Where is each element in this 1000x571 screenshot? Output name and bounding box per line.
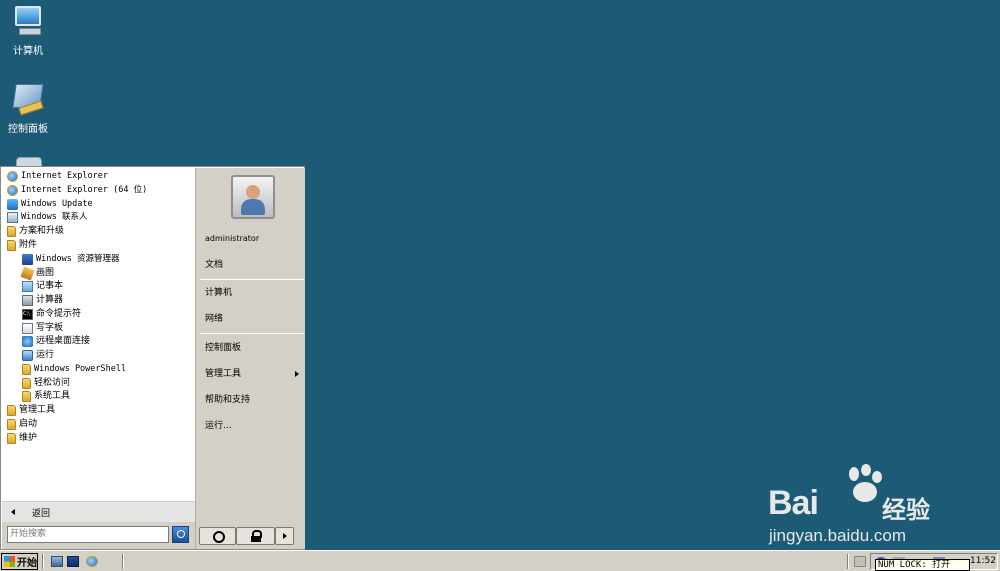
back-button[interactable]: 返回: [2, 501, 195, 522]
folder-icon: [22, 378, 31, 389]
computer-icon: [11, 4, 45, 38]
clock[interactable]: 11:52: [970, 556, 996, 566]
program-item[interactable]: Internet Explorer (64 位): [7, 184, 147, 197]
program-folder[interactable]: 系统工具: [22, 390, 70, 403]
watermark-logo: Bai: [768, 484, 819, 522]
program-folder[interactable]: 方案和升级: [7, 225, 64, 238]
program-item[interactable]: Windows 资源管理器: [22, 253, 119, 266]
start-menu-right-pane: administrator 文档 计算机 网络 控制面板 管理工具 帮助和支持 …: [195, 168, 305, 549]
taskbar: 开始: [0, 550, 1000, 571]
baidu-jingyan-watermark: Bai 经验 jingyan.baidu.com: [768, 462, 948, 552]
remote-desktop-icon: [22, 336, 33, 347]
lock-button[interactable]: [236, 527, 275, 545]
folder-icon: [7, 405, 16, 416]
user-name[interactable]: administrator: [205, 232, 259, 246]
control-panel-icon: [11, 82, 45, 116]
back-arrow-icon: [11, 509, 15, 515]
program-folder[interactable]: 启动: [7, 418, 37, 431]
taskbar-separator: [42, 554, 44, 569]
folder-icon: [7, 433, 16, 444]
submenu-arrow-icon: [295, 371, 299, 377]
desktop-icon-control-panel[interactable]: 控制面板: [0, 82, 58, 135]
start-search-input[interactable]: 开始搜索: [7, 526, 169, 543]
folder-icon: [7, 419, 16, 430]
all-programs-list: Internet Explorer Internet Explorer (64 …: [2, 168, 195, 522]
divider: [200, 333, 304, 334]
menu-item-network[interactable]: 网络: [205, 312, 223, 326]
folder-icon: [22, 391, 31, 402]
program-item[interactable]: 写字板: [22, 322, 63, 335]
program-item[interactable]: 计算器: [22, 294, 63, 307]
wordpad-icon: [22, 323, 33, 334]
run-icon: [22, 350, 33, 361]
desktop-icon-computer[interactable]: 计算机: [0, 4, 58, 57]
folder-icon: [7, 226, 16, 237]
notepad-icon: [22, 281, 33, 292]
powershell-icon[interactable]: [67, 556, 79, 567]
program-item[interactable]: Internet Explorer: [7, 170, 108, 183]
windows-update-icon: [7, 199, 18, 210]
program-item[interactable]: 运行: [22, 349, 54, 362]
divider: [200, 279, 304, 280]
desktop-icon-label: 计算机: [13, 46, 43, 57]
contacts-icon: [7, 212, 18, 223]
windows-logo-icon: [4, 556, 15, 567]
menu-item-help[interactable]: 帮助和支持: [205, 393, 250, 407]
calculator-icon: [22, 295, 33, 306]
ie-icon: [7, 185, 18, 196]
paint-icon: [20, 266, 35, 281]
folder-icon: [22, 364, 31, 375]
taskbar-separator: [122, 554, 124, 569]
program-folder[interactable]: 维护: [7, 432, 37, 445]
watermark-logo-suffix: 经验: [882, 496, 930, 524]
numlock-tooltip: NUM LOCK: 打开: [875, 559, 970, 571]
menu-item-admin-tools[interactable]: 管理工具: [205, 367, 241, 381]
taskbar-separator: [847, 554, 849, 569]
user-avatar[interactable]: [231, 175, 275, 219]
program-folder[interactable]: 管理工具: [7, 404, 55, 417]
start-menu: Internet Explorer Internet Explorer (64 …: [0, 166, 305, 550]
menu-item-computer[interactable]: 计算机: [205, 286, 232, 300]
menu-item-documents[interactable]: 文档: [205, 258, 223, 272]
explorer-icon: [22, 254, 33, 265]
menu-item-run[interactable]: 运行...: [205, 419, 232, 433]
start-button[interactable]: 开始: [1, 553, 38, 570]
program-item[interactable]: 远程桌面连接: [22, 335, 90, 348]
program-item[interactable]: 记事本: [22, 280, 63, 293]
search-icon[interactable]: [172, 526, 189, 543]
menu-item-control-panel[interactable]: 控制面板: [205, 341, 241, 355]
ie-icon[interactable]: [86, 556, 98, 567]
program-item[interactable]: Windows 联系人: [7, 211, 87, 224]
search-bar: 开始搜索: [2, 522, 195, 549]
ie-icon: [7, 171, 18, 182]
cmd-icon: [22, 309, 33, 320]
program-item[interactable]: 画图: [20, 266, 54, 281]
baidu-paw-logo: [849, 464, 882, 502]
program-folder[interactable]: 轻松访问: [22, 377, 70, 390]
program-item[interactable]: 命令提示符: [22, 308, 81, 321]
shutdown-options-button[interactable]: [275, 527, 294, 545]
program-folder[interactable]: 附件: [7, 239, 37, 252]
watermark-url: jingyan.baidu.com: [769, 526, 907, 545]
server-manager-icon[interactable]: [51, 556, 63, 567]
printer-icon[interactable]: [854, 556, 866, 567]
program-folder[interactable]: Windows PowerShell: [22, 363, 126, 376]
program-item[interactable]: Windows Update: [7, 198, 93, 211]
desktop-icon-label: 控制面板: [8, 124, 48, 135]
power-button[interactable]: [199, 527, 236, 545]
folder-icon: [7, 240, 16, 251]
